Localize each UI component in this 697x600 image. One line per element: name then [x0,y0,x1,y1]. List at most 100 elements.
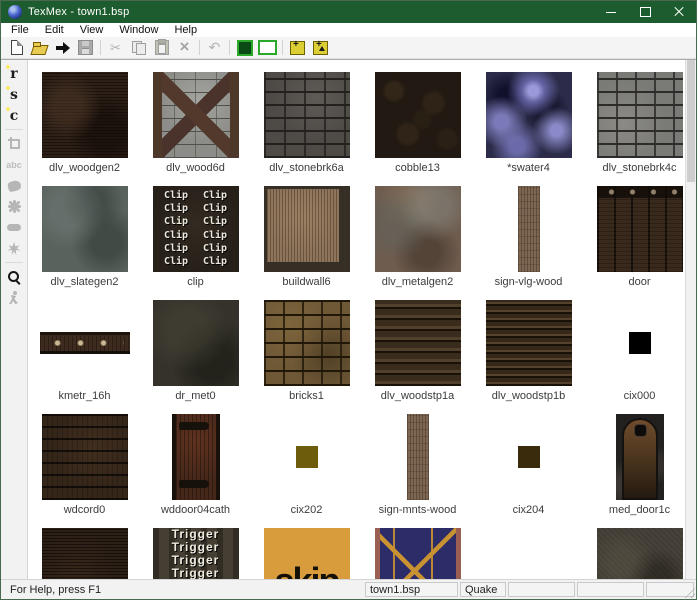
texture-thumbnail[interactable] [375,300,461,386]
texture-thumbnail[interactable] [264,300,350,386]
cut-button [104,38,127,57]
texture-thumbnail[interactable] [264,186,350,272]
view-thumbnails-button[interactable] [233,38,256,57]
maximize-button[interactable] [628,1,662,23]
new-button[interactable] [5,38,28,57]
texture-cell: buildwall6 [251,183,362,297]
hand-icon [6,179,21,192]
texture-thumbnail[interactable] [518,186,540,272]
texture-thumbnail[interactable] [153,300,239,386]
texture-name: sign-mnts-wood [379,503,457,517]
vertical-scrollbar[interactable] [685,60,696,580]
paste-button [150,38,173,57]
toolbar-separator [282,40,283,55]
texture-name: dlv_stonebrk6a [269,161,344,175]
texture-thumbnail[interactable] [375,186,461,272]
texture-name: door [628,275,650,289]
view-frames-button[interactable] [256,38,279,57]
texture-overlay-text: Clip [164,216,188,228]
texture-name: dlv_wood6d [166,161,225,175]
texture-cell [362,525,473,580]
texture-thumbnail[interactable] [42,528,128,580]
scale-tool-button[interactable]: s [3,84,25,105]
texture-thumbnail[interactable] [42,414,128,500]
toolbar-separator [100,40,101,55]
texture-thumbnail[interactable] [518,446,540,468]
menu-file[interactable]: File [3,24,37,36]
texture-name: bricks1 [289,389,324,403]
workspace: r s c abc dlv_woodgen2dlv_wood6ddlv_ston… [1,59,696,580]
title-bar[interactable]: TexMex - town1.bsp [1,1,696,23]
menu-help[interactable]: Help [166,24,205,36]
texture-thumbnail[interactable] [375,528,461,580]
paste-icon [155,40,169,55]
texture-cell [29,525,140,580]
undo-arrow-icon [209,39,221,56]
texture-thumbnail[interactable] [616,414,664,500]
texture-cell: dlv_stonebrk4c [584,69,685,183]
close-button[interactable] [662,1,696,23]
texture-thumbnail[interactable] [375,72,461,158]
add-texture-button[interactable] [286,38,309,57]
convert-tool-button[interactable]: c [3,105,25,126]
burst-tool-button [3,238,25,259]
runner-icon [8,291,20,304]
texture-cell: dlv_slategen2 [29,183,140,297]
texture-cell: cix204 [473,411,584,525]
texture-cell: dlv_woodgen2 [29,69,140,183]
texture-thumbnail[interactable]: TriggerTriggerTriggerTriggerTrigger [153,528,239,580]
texture-name: *swater4 [507,161,550,175]
texture-thumbnail[interactable] [597,186,683,272]
zoom-tool-button[interactable] [3,266,25,287]
texture-thumbnail[interactable] [42,186,128,272]
texture-cell: cix000 [584,297,685,411]
menu-edit[interactable]: Edit [37,24,72,36]
texture-thumbnail[interactable] [153,72,239,158]
texture-thumbnail[interactable] [629,332,651,354]
texture-thumbnail[interactable] [42,72,128,158]
texture-thumbnail[interactable]: skip [264,528,350,580]
texture-thumbnail[interactable] [597,72,683,158]
texture-thumbnail[interactable] [40,332,130,354]
texture-name: wddoor04cath [161,503,230,517]
texture-overlay-text: Clip [164,230,188,242]
import-texture-icon [313,41,328,55]
texture-overlay-text: skip [274,560,338,580]
menu-view[interactable]: View [72,24,112,36]
green-square-icon [237,40,253,56]
texture-cell: sign-vlg-wood [473,183,584,297]
texmex-window: TexMex - town1.bsp FileEditViewWindowHel… [0,0,697,600]
texture-thumbnail[interactable] [264,72,350,158]
texture-thumbnail[interactable] [597,528,683,580]
texture-thumbnail[interactable] [486,300,572,386]
hand-tool-button [3,175,25,196]
texture-overlay-text: Clip [203,230,227,242]
texture-name: dlv_woodgen2 [49,161,120,175]
extract-button[interactable] [51,38,74,57]
texture-thumbnail[interactable] [486,72,572,158]
texture-name: cix202 [291,503,323,517]
texture-cell: dlv_woodstp1a [362,297,473,411]
minimize-button[interactable] [594,1,628,23]
gear-tool-button [3,196,25,217]
texture-thumbnail[interactable] [172,414,220,500]
import-texture-button[interactable] [309,38,332,57]
texture-name: cix204 [513,503,545,517]
texture-cell: door [584,183,685,297]
scrollbar-thumb[interactable] [687,60,695,182]
delete-x-icon [180,40,190,55]
burst-icon [8,242,21,255]
menu-window[interactable]: Window [111,24,166,36]
status-panel: town1.bsp [365,582,458,597]
resize-tool-button[interactable]: r [3,63,25,84]
main-toolbar [1,37,696,59]
texture-cell: dlv_woodstp1b [473,297,584,411]
texture-thumbnail[interactable] [407,414,429,500]
texture-thumbnail[interactable]: ClipClipClipClipClipClipClipClipClipClip… [153,186,239,272]
open-button[interactable] [28,38,51,57]
copy-button [127,38,150,57]
texture-name: buildwall6 [282,275,330,289]
save-disk-icon [78,40,93,55]
save-button [74,38,97,57]
texture-thumbnail[interactable] [296,446,318,468]
